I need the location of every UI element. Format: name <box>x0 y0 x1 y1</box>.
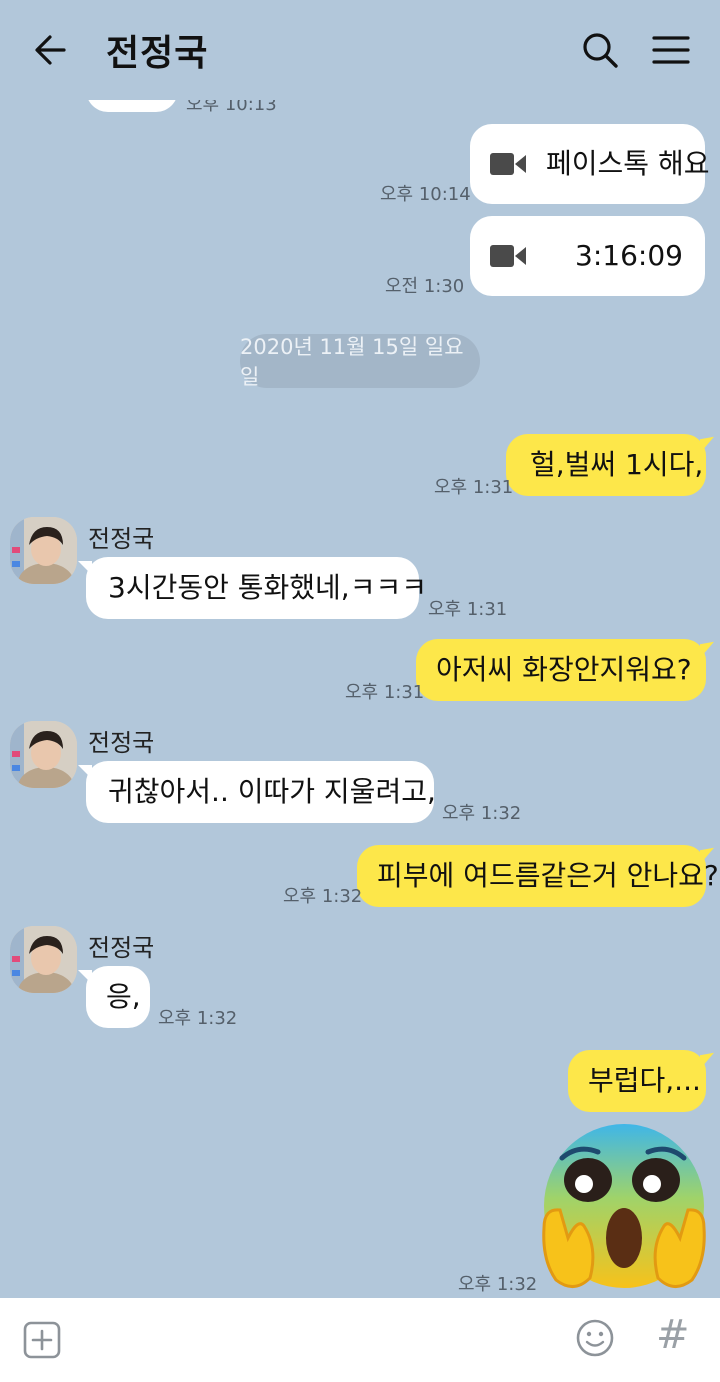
my-message-bubble[interactable]: 부럽다,... <box>568 1050 706 1112</box>
facetime-time: 오후 10:14 <box>380 184 471 205</box>
message-time: 오후 1:32 <box>458 1274 538 1295</box>
message-text: 3시간동안 통화했네,ㅋㅋㅋ <box>108 571 427 604</box>
chat-area[interactable]: 오후 10:13 페이스톡 해요 오후 10:14 3:16:09 오전 1:3… <box>0 0 720 1300</box>
message-input-bar[interactable]: # <box>0 1298 720 1382</box>
date-divider: 2020년 11월 15일 일요일 <box>240 334 480 389</box>
call-duration-text: 3:16:09 <box>575 239 683 272</box>
chat-title: 전정국 <box>106 33 209 74</box>
message-text: 헐,벌써 1시다, <box>530 448 704 481</box>
message-time: 오후 1:32 <box>283 886 363 907</box>
message-time: 오후 1:32 <box>158 1008 238 1029</box>
my-message-bubble[interactable]: 피부에 여드름같은거 안나요? <box>357 845 719 907</box>
message-time: 오후 1:31 <box>345 682 425 703</box>
hashtag-search-button[interactable]: # <box>656 1312 690 1358</box>
message-text: 귀찮아서.. 이따가 지울려고, <box>108 775 436 808</box>
my-message-bubble[interactable]: 헐,벌써 1시다, <box>506 434 706 496</box>
contact-avatar[interactable] <box>10 721 77 788</box>
facetime-bubble[interactable]: 페이스톡 해요 <box>470 124 709 204</box>
their-message-bubble[interactable]: 3시간동안 통화했네,ㅋㅋㅋ <box>78 557 427 619</box>
sender-name: 전정국 <box>88 729 155 757</box>
video-camera-icon <box>490 245 526 267</box>
message-text: 부럽다,... <box>588 1064 701 1097</box>
message-text: 아저씨 화장안지워요? <box>436 653 692 686</box>
contact-avatar[interactable] <box>10 517 77 584</box>
message-text: 피부에 여드름같은거 안나요? <box>377 859 719 892</box>
message-text: 응, <box>106 980 141 1013</box>
message-time: 오후 1:31 <box>434 477 514 498</box>
video-camera-icon <box>490 153 526 175</box>
contact-avatar[interactable] <box>10 926 77 993</box>
arrow-left-icon[interactable] <box>30 30 70 70</box>
message-time: 오후 1:31 <box>428 599 508 620</box>
plus-square-icon[interactable] <box>22 1320 62 1360</box>
call-duration-time: 오전 1:30 <box>385 276 465 297</box>
facetime-text: 페이스톡 해요 <box>546 147 710 180</box>
their-message-bubble[interactable]: 응, <box>78 966 150 1028</box>
sender-name: 전정국 <box>88 525 155 553</box>
their-message-bubble[interactable]: 귀찮아서.. 이따가 지울려고, <box>78 761 436 823</box>
fearful-screaming-face-emoji[interactable] <box>538 1118 710 1296</box>
my-message-bubble[interactable]: 아저씨 화장안지워요? <box>416 639 706 701</box>
chat-header: 전정국 <box>0 0 720 100</box>
call-duration-bubble[interactable]: 3:16:09 <box>470 216 705 296</box>
message-time: 오후 1:32 <box>442 803 522 824</box>
hamburger-menu-icon[interactable] <box>650 30 692 70</box>
sender-name: 전정국 <box>88 934 155 962</box>
smiley-icon[interactable] <box>575 1318 615 1358</box>
search-icon[interactable] <box>580 30 620 70</box>
